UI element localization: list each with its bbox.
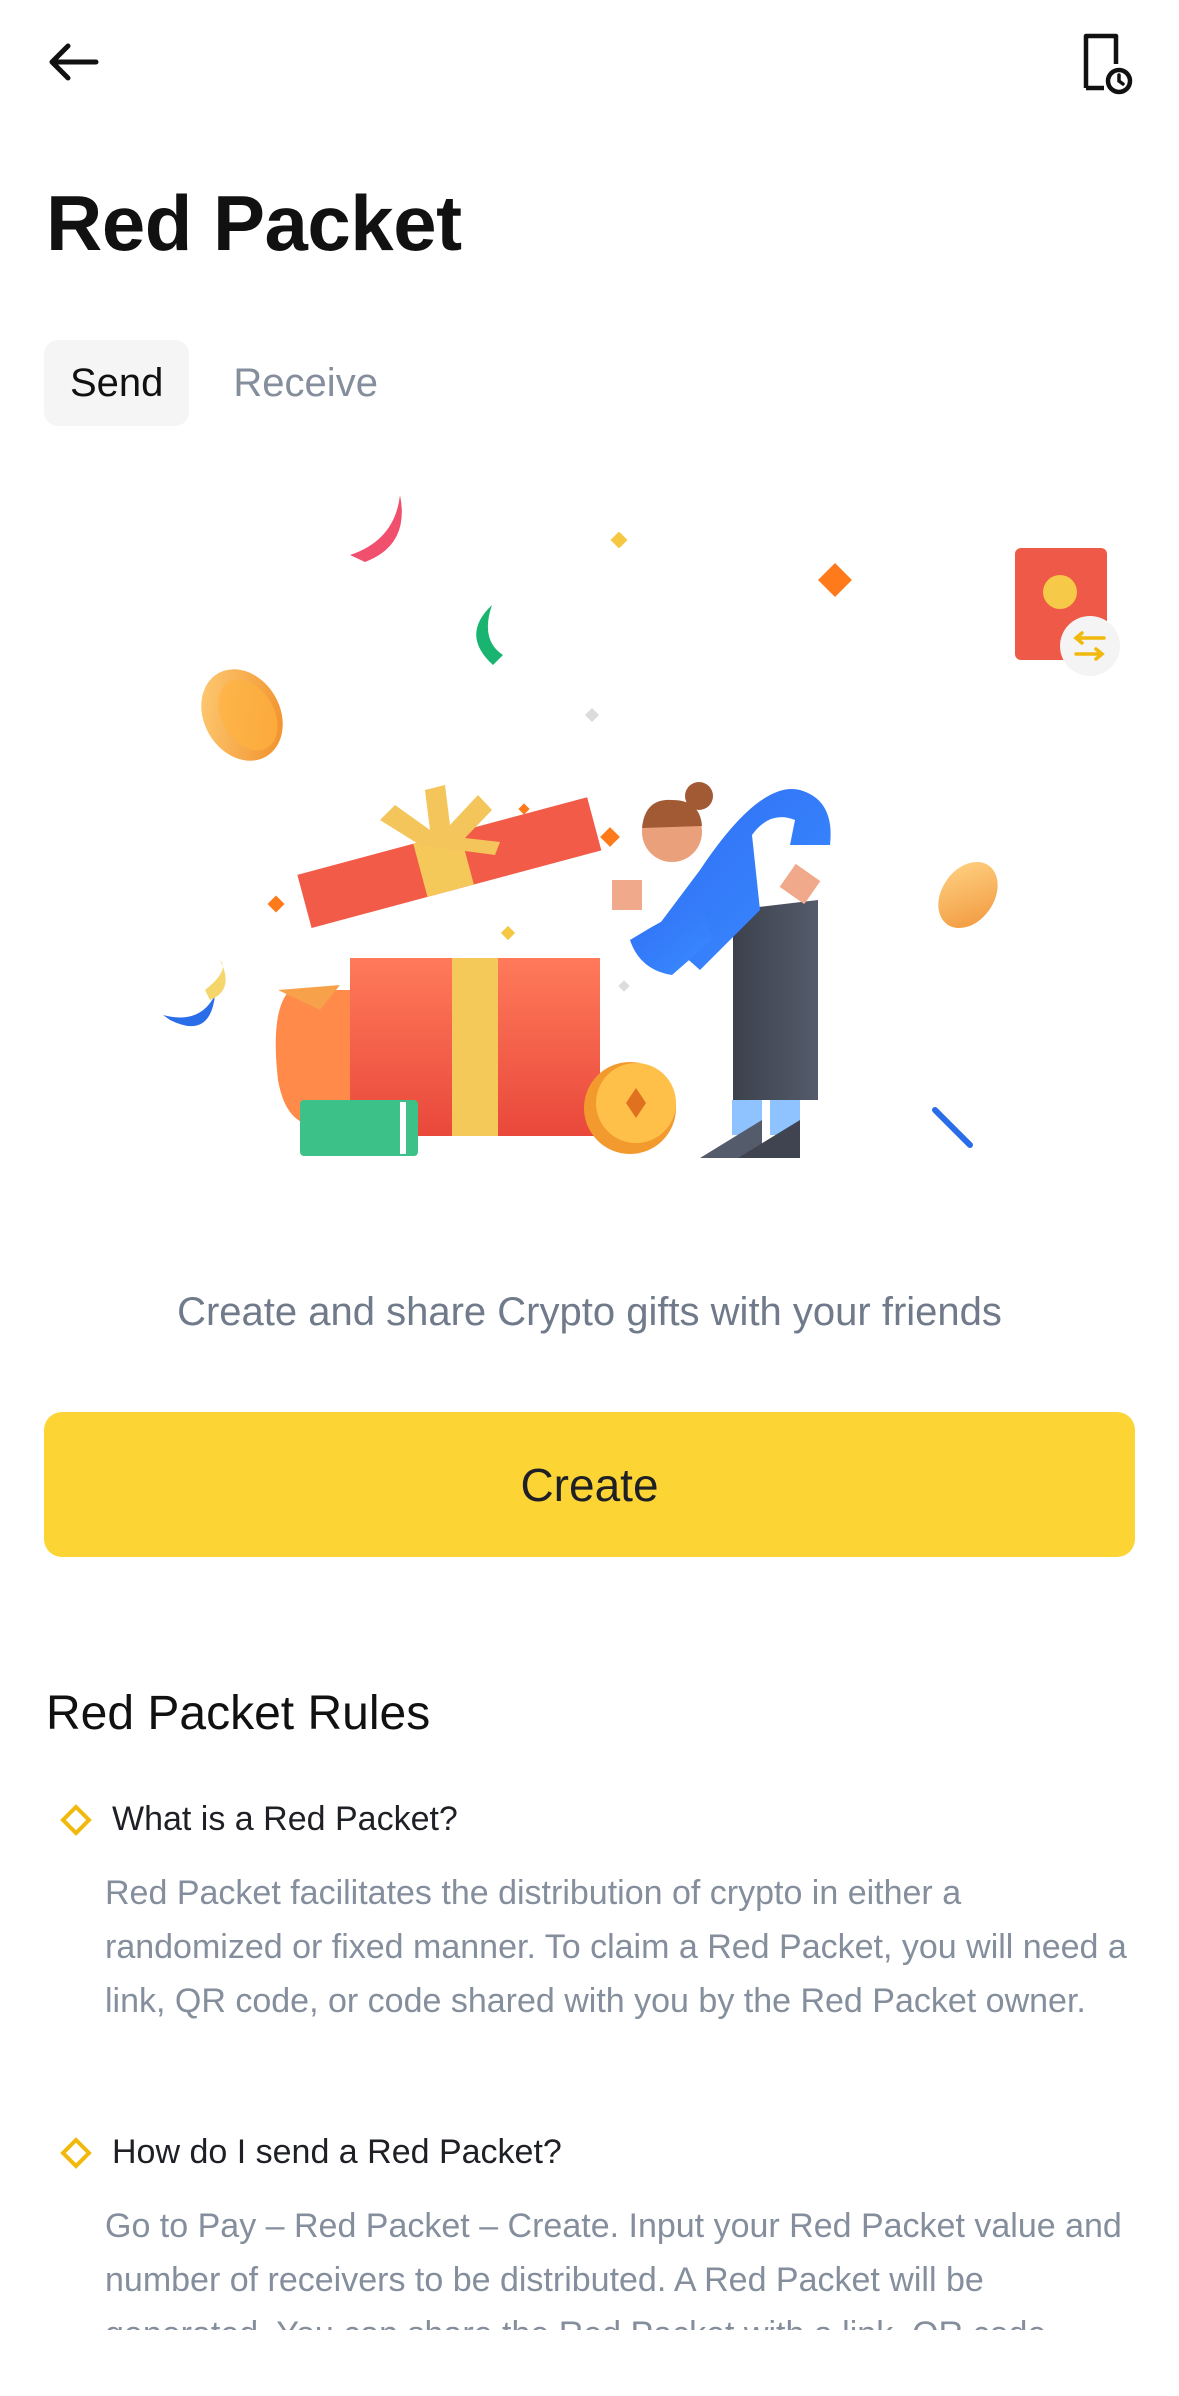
confetti-blue <box>163 995 215 1027</box>
confetti-red <box>350 495 402 562</box>
diamond-bullet-icon <box>60 1803 92 1836</box>
confetti-line <box>932 1107 973 1148</box>
rule-answer-1: Red Packet facilitates the distribution … <box>105 1874 1127 2020</box>
hero-subtitle: Create and share Crypto gifts with your … <box>177 1290 1002 1334</box>
page-title: Red Packet <box>46 179 462 267</box>
confetti-green <box>476 605 503 665</box>
rule-question-text: How do I send a Red Packet? <box>112 2133 562 2171</box>
tab-bar: Send Receive <box>44 340 404 426</box>
diamond-bullet-icon <box>60 2136 92 2169</box>
confetti-yellow <box>205 960 226 1000</box>
rule-question-2: How do I send a Red Packet? <box>58 2133 562 2172</box>
hero-illustration <box>163 495 1120 1158</box>
red-envelope-icon <box>1015 548 1120 676</box>
tab-receive[interactable]: Receive <box>207 340 404 426</box>
create-button[interactable]: Create <box>44 1412 1135 1557</box>
confetti-yellow-small <box>610 531 628 549</box>
bottom-fade <box>0 2330 1179 2396</box>
arrow-left-icon <box>49 43 99 81</box>
rules-title: Red Packet Rules <box>46 1687 431 1740</box>
confetti-orange <box>818 563 852 597</box>
rule-question-text: What is a Red Packet? <box>112 1800 458 1838</box>
document-clock-icon <box>1083 33 1133 95</box>
tab-send[interactable]: Send <box>44 340 190 426</box>
coin-right <box>938 861 998 929</box>
history-button[interactable] <box>1064 24 1144 104</box>
top-bar <box>0 0 1179 130</box>
back-button[interactable] <box>34 24 114 104</box>
rule-question-1: What is a Red Packet? <box>58 1800 458 1839</box>
